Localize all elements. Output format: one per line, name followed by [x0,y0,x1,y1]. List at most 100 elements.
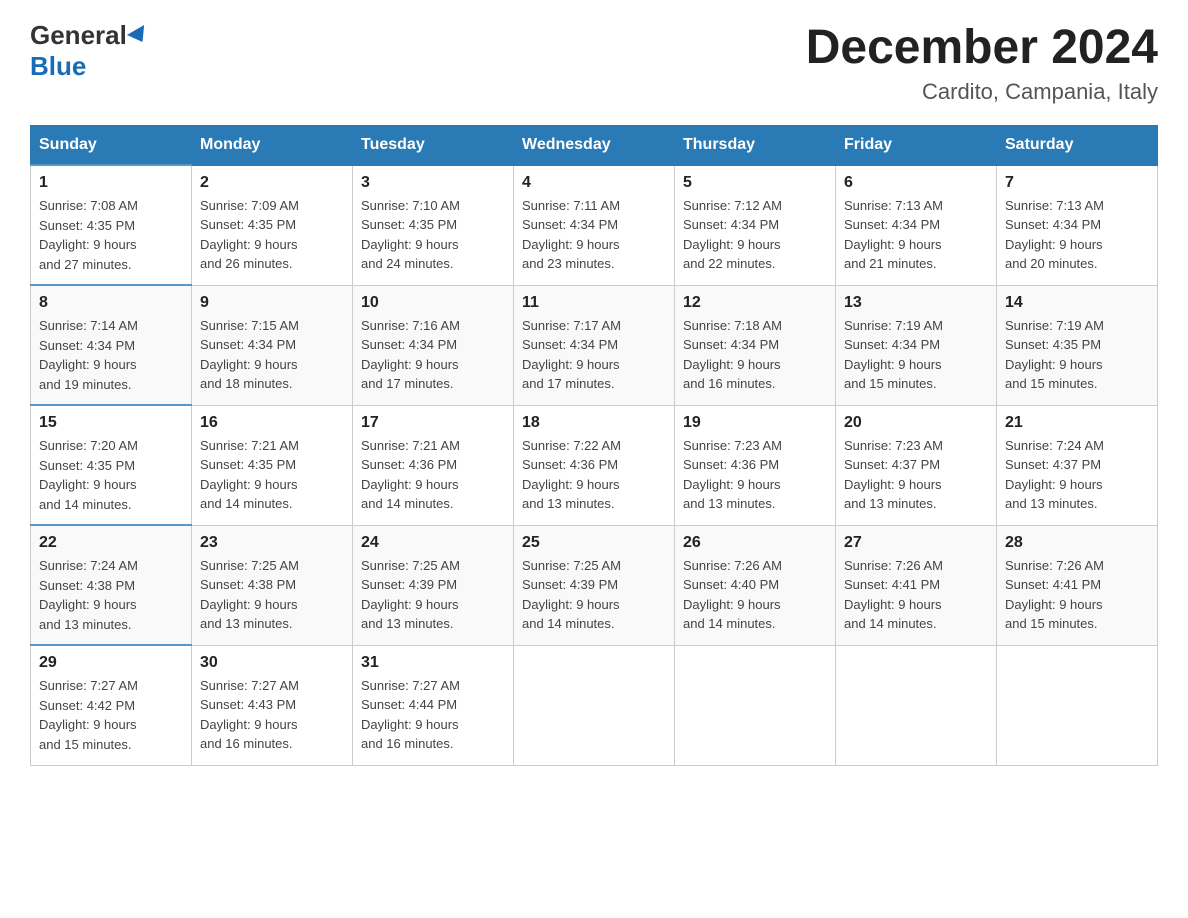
day-info: Sunrise: 7:19 AM Sunset: 4:34 PM Dayligh… [844,316,988,394]
day-number: 18 [522,414,666,432]
calendar-cell: 27 Sunrise: 7:26 AM Sunset: 4:41 PM Dayl… [836,525,997,645]
day-number: 2 [200,174,344,192]
day-number: 5 [683,174,827,192]
day-info: Sunrise: 7:21 AM Sunset: 4:35 PM Dayligh… [200,436,344,514]
day-number: 17 [361,414,505,432]
day-number: 31 [361,654,505,672]
title-section: December 2024 Cardito, Campania, Italy [806,20,1158,105]
day-info: Sunrise: 7:25 AM Sunset: 4:39 PM Dayligh… [361,556,505,634]
page-header: General Blue December 2024 Cardito, Camp… [30,20,1158,105]
calendar-cell: 10 Sunrise: 7:16 AM Sunset: 4:34 PM Dayl… [353,285,514,405]
day-info: Sunrise: 7:14 AM Sunset: 4:34 PM Dayligh… [39,316,183,394]
day-info: Sunrise: 7:08 AM Sunset: 4:35 PM Dayligh… [39,196,183,274]
day-info: Sunrise: 7:23 AM Sunset: 4:37 PM Dayligh… [844,436,988,514]
day-info: Sunrise: 7:25 AM Sunset: 4:39 PM Dayligh… [522,556,666,634]
day-info: Sunrise: 7:09 AM Sunset: 4:35 PM Dayligh… [200,196,344,274]
day-info: Sunrise: 7:11 AM Sunset: 4:34 PM Dayligh… [522,196,666,274]
day-number: 14 [1005,294,1149,312]
calendar-cell [836,645,997,765]
day-number: 21 [1005,414,1149,432]
day-number: 11 [522,294,666,312]
calendar-cell: 6 Sunrise: 7:13 AM Sunset: 4:34 PM Dayli… [836,165,997,285]
calendar-week-5: 29 Sunrise: 7:27 AM Sunset: 4:42 PM Dayl… [31,645,1158,765]
calendar-cell: 14 Sunrise: 7:19 AM Sunset: 4:35 PM Dayl… [997,285,1158,405]
header-tuesday: Tuesday [353,126,514,166]
day-number: 24 [361,534,505,552]
day-number: 29 [39,654,183,672]
calendar-cell: 20 Sunrise: 7:23 AM Sunset: 4:37 PM Dayl… [836,405,997,525]
logo-general-text: General [30,20,127,51]
calendar-cell: 26 Sunrise: 7:26 AM Sunset: 4:40 PM Dayl… [675,525,836,645]
calendar-cell: 11 Sunrise: 7:17 AM Sunset: 4:34 PM Dayl… [514,285,675,405]
month-title: December 2024 [806,20,1158,75]
day-number: 23 [200,534,344,552]
day-info: Sunrise: 7:10 AM Sunset: 4:35 PM Dayligh… [361,196,505,274]
calendar-cell: 5 Sunrise: 7:12 AM Sunset: 4:34 PM Dayli… [675,165,836,285]
day-info: Sunrise: 7:25 AM Sunset: 4:38 PM Dayligh… [200,556,344,634]
day-info: Sunrise: 7:17 AM Sunset: 4:34 PM Dayligh… [522,316,666,394]
location-title: Cardito, Campania, Italy [806,79,1158,105]
day-number: 3 [361,174,505,192]
day-number: 7 [1005,174,1149,192]
calendar-table: SundayMondayTuesdayWednesdayThursdayFrid… [30,125,1158,766]
calendar-cell: 3 Sunrise: 7:10 AM Sunset: 4:35 PM Dayli… [353,165,514,285]
calendar-cell: 28 Sunrise: 7:26 AM Sunset: 4:41 PM Dayl… [997,525,1158,645]
calendar-cell: 21 Sunrise: 7:24 AM Sunset: 4:37 PM Dayl… [997,405,1158,525]
calendar-week-3: 15 Sunrise: 7:20 AM Sunset: 4:35 PM Dayl… [31,405,1158,525]
day-number: 15 [39,414,183,432]
day-number: 8 [39,294,183,312]
day-number: 12 [683,294,827,312]
day-number: 19 [683,414,827,432]
header-thursday: Thursday [675,126,836,166]
calendar-cell: 2 Sunrise: 7:09 AM Sunset: 4:35 PM Dayli… [192,165,353,285]
calendar-cell: 19 Sunrise: 7:23 AM Sunset: 4:36 PM Dayl… [675,405,836,525]
calendar-cell: 7 Sunrise: 7:13 AM Sunset: 4:34 PM Dayli… [997,165,1158,285]
header-sunday: Sunday [31,126,192,166]
calendar-cell: 25 Sunrise: 7:25 AM Sunset: 4:39 PM Dayl… [514,525,675,645]
day-info: Sunrise: 7:27 AM Sunset: 4:44 PM Dayligh… [361,676,505,754]
day-info: Sunrise: 7:20 AM Sunset: 4:35 PM Dayligh… [39,436,183,514]
calendar-cell: 13 Sunrise: 7:19 AM Sunset: 4:34 PM Dayl… [836,285,997,405]
day-info: Sunrise: 7:27 AM Sunset: 4:42 PM Dayligh… [39,676,183,754]
header-saturday: Saturday [997,126,1158,166]
day-info: Sunrise: 7:23 AM Sunset: 4:36 PM Dayligh… [683,436,827,514]
day-info: Sunrise: 7:27 AM Sunset: 4:43 PM Dayligh… [200,676,344,754]
day-info: Sunrise: 7:13 AM Sunset: 4:34 PM Dayligh… [844,196,988,274]
calendar-cell: 30 Sunrise: 7:27 AM Sunset: 4:43 PM Dayl… [192,645,353,765]
day-number: 26 [683,534,827,552]
day-info: Sunrise: 7:19 AM Sunset: 4:35 PM Dayligh… [1005,316,1149,394]
logo-triangle-icon [127,24,151,46]
day-info: Sunrise: 7:21 AM Sunset: 4:36 PM Dayligh… [361,436,505,514]
calendar-cell: 15 Sunrise: 7:20 AM Sunset: 4:35 PM Dayl… [31,405,192,525]
day-info: Sunrise: 7:26 AM Sunset: 4:41 PM Dayligh… [1005,556,1149,634]
calendar-cell: 24 Sunrise: 7:25 AM Sunset: 4:39 PM Dayl… [353,525,514,645]
day-info: Sunrise: 7:18 AM Sunset: 4:34 PM Dayligh… [683,316,827,394]
day-info: Sunrise: 7:26 AM Sunset: 4:40 PM Dayligh… [683,556,827,634]
day-info: Sunrise: 7:22 AM Sunset: 4:36 PM Dayligh… [522,436,666,514]
header-wednesday: Wednesday [514,126,675,166]
logo: General Blue [30,20,149,82]
day-info: Sunrise: 7:12 AM Sunset: 4:34 PM Dayligh… [683,196,827,274]
calendar-cell: 17 Sunrise: 7:21 AM Sunset: 4:36 PM Dayl… [353,405,514,525]
calendar-week-1: 1 Sunrise: 7:08 AM Sunset: 4:35 PM Dayli… [31,165,1158,285]
calendar-cell: 22 Sunrise: 7:24 AM Sunset: 4:38 PM Dayl… [31,525,192,645]
calendar-cell: 16 Sunrise: 7:21 AM Sunset: 4:35 PM Dayl… [192,405,353,525]
day-number: 9 [200,294,344,312]
calendar-cell: 18 Sunrise: 7:22 AM Sunset: 4:36 PM Dayl… [514,405,675,525]
day-info: Sunrise: 7:16 AM Sunset: 4:34 PM Dayligh… [361,316,505,394]
day-number: 27 [844,534,988,552]
day-info: Sunrise: 7:13 AM Sunset: 4:34 PM Dayligh… [1005,196,1149,274]
day-number: 28 [1005,534,1149,552]
calendar-cell [514,645,675,765]
logo-blue-text: Blue [30,51,86,82]
calendar-cell: 9 Sunrise: 7:15 AM Sunset: 4:34 PM Dayli… [192,285,353,405]
header-monday: Monday [192,126,353,166]
calendar-cell: 12 Sunrise: 7:18 AM Sunset: 4:34 PM Dayl… [675,285,836,405]
calendar-cell: 1 Sunrise: 7:08 AM Sunset: 4:35 PM Dayli… [31,165,192,285]
day-number: 4 [522,174,666,192]
calendar-cell [675,645,836,765]
day-number: 1 [39,174,183,192]
day-info: Sunrise: 7:24 AM Sunset: 4:37 PM Dayligh… [1005,436,1149,514]
calendar-cell: 4 Sunrise: 7:11 AM Sunset: 4:34 PM Dayli… [514,165,675,285]
day-number: 20 [844,414,988,432]
